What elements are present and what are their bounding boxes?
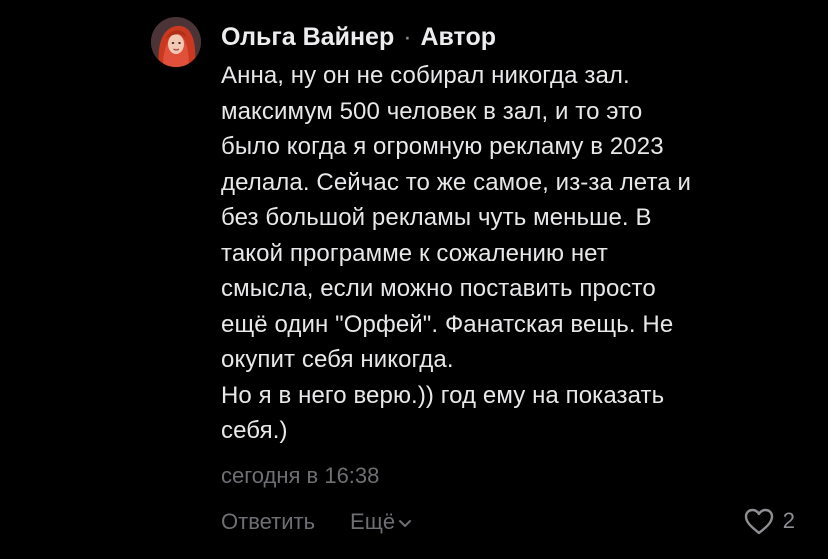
comment-actions: Ответить Ещё [221, 507, 412, 537]
comment-timestamp: сегодня в 16:38 [221, 463, 380, 488]
like-count: 2 [782, 508, 795, 533]
like-button[interactable]: 2 [743, 506, 795, 536]
chevron-down-icon [398, 507, 412, 537]
heart-outline-icon [743, 507, 783, 535]
avatar-image [151, 17, 201, 67]
comment-item: Ольга Вайнер · Автор Анна, ну он не соби… [0, 0, 828, 559]
reply-button-label: Ответить [221, 509, 316, 534]
author-name[interactable]: Ольга Вайнер [221, 23, 394, 51]
avatar[interactable] [151, 17, 201, 67]
reply-button[interactable]: Ответить [221, 507, 315, 537]
comment-text: Анна, ну он не собирал никогда зал. макс… [221, 62, 692, 444]
more-button[interactable]: Ещё [350, 507, 412, 537]
comment-header: Ольга Вайнер · Автор [221, 21, 496, 53]
more-button-label: Ещё [350, 509, 396, 534]
header-separator: · [403, 23, 412, 51]
author-role-badge: Автор [420, 23, 497, 51]
